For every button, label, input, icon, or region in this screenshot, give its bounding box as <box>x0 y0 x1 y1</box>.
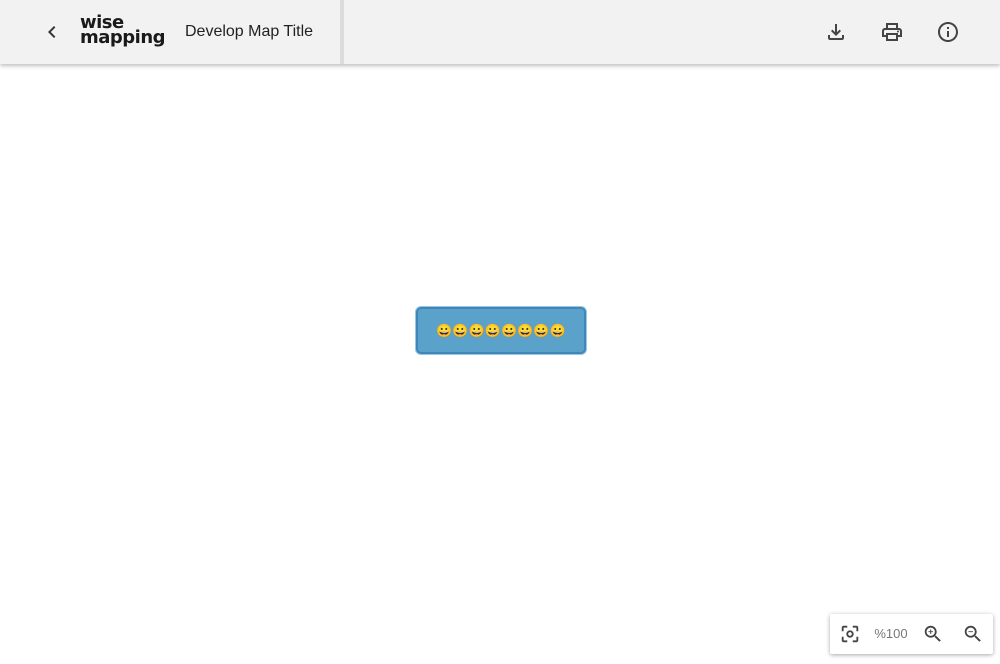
zoom-out-button[interactable] <box>959 620 987 648</box>
zoom-level: %100 <box>874 626 908 641</box>
zoom-panel: %100 <box>830 614 993 654</box>
logo-text-mapping: mapping <box>80 27 166 48</box>
download-button[interactable] <box>820 16 852 48</box>
download-icon <box>828 24 844 40</box>
toolbar-divider <box>340 0 344 64</box>
info-button[interactable] <box>932 16 964 48</box>
zoom-out-icon <box>964 625 981 642</box>
mindmap-canvas[interactable] <box>0 64 1000 664</box>
wisemapping-logo[interactable]: wise mapping <box>80 14 166 50</box>
central-topic[interactable]: 😀😀😀😀😀😀😀😀 <box>416 307 586 354</box>
info-icon <box>938 22 958 42</box>
chevron-left-icon <box>48 26 56 38</box>
print-icon <box>882 23 902 41</box>
center-focus-icon <box>841 625 859 643</box>
map-title: Develop Map Title <box>185 23 314 40</box>
back-button[interactable] <box>36 16 68 48</box>
zoom-in-icon <box>924 625 941 642</box>
top-toolbar: wise mapping Develop Map Title <box>0 0 1000 64</box>
fit-to-center-button[interactable] <box>836 620 864 648</box>
print-button[interactable] <box>876 16 908 48</box>
zoom-in-button[interactable] <box>919 620 947 648</box>
